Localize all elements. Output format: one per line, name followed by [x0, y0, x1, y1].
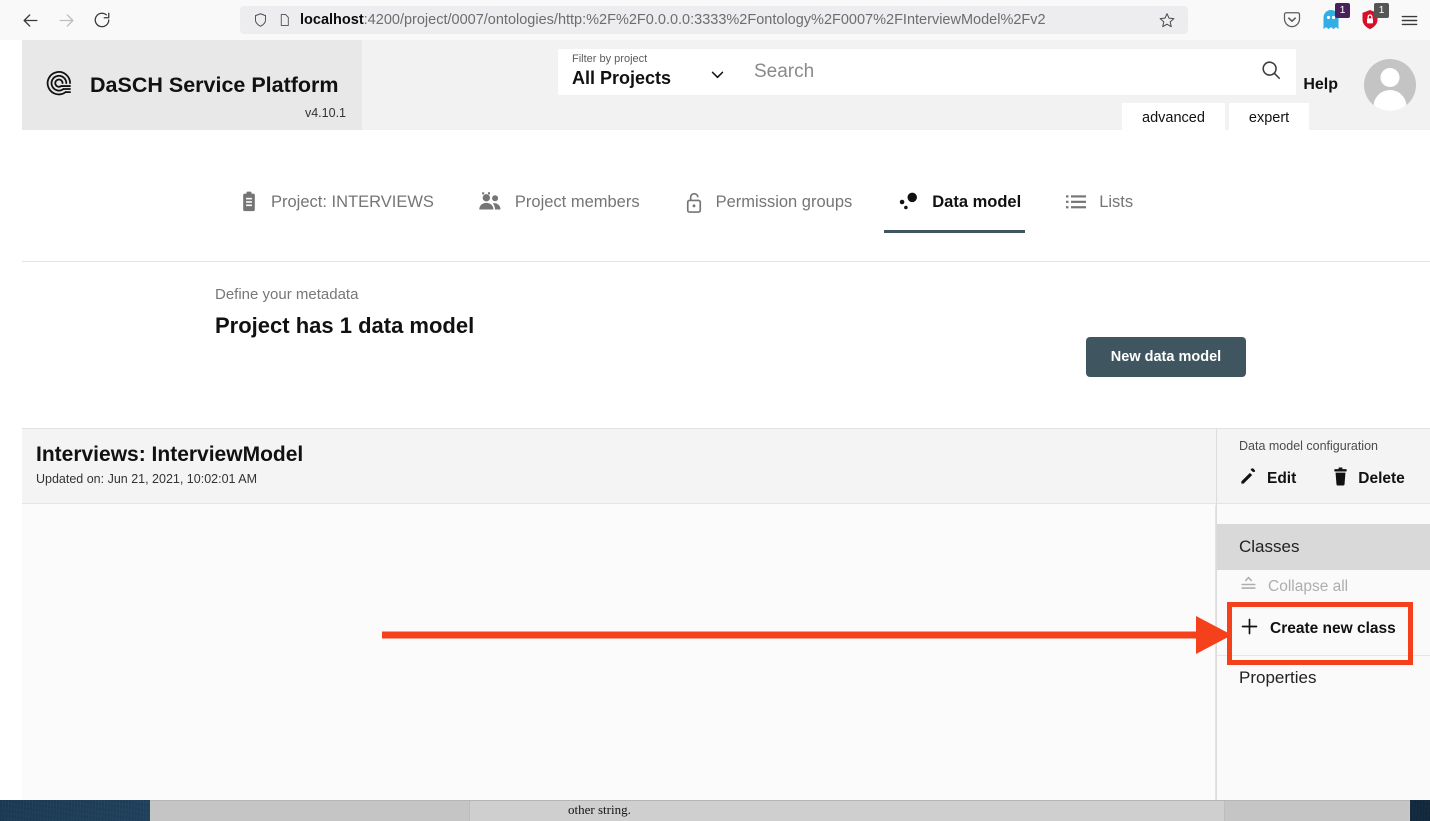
star-icon[interactable] [1154, 12, 1180, 28]
tab-permission-groups[interactable]: Permission groups [672, 172, 885, 232]
url-text: localhost:4200/project/0007/ontologies/h… [300, 12, 1154, 28]
url-path: :4200/project/0007/ontologies/http:%2F%2… [363, 12, 1046, 28]
project-filter-label: Filter by project [572, 53, 648, 65]
project-tabs: Project: INTERVIEWS Project members Perm… [227, 172, 1165, 233]
tab-label: Lists [1099, 192, 1134, 211]
data-model-updated: Updated on: Jun 21, 2021, 10:02:01 AM [36, 472, 258, 486]
page-content: DaSCH Service Platform v4.10.1 Filter by… [0, 40, 1430, 800]
tab-label: Permission groups [715, 192, 853, 211]
config-actions: Edit Delete [1239, 467, 1430, 491]
brand-title: DaSCH Service Platform [90, 72, 339, 97]
version-label: v4.10.1 [304, 106, 346, 120]
list-icon [1065, 192, 1087, 212]
data-model-title: Interviews: InterviewModel [36, 443, 304, 466]
metadata-subtitle: Define your metadata [215, 286, 359, 303]
browser-window: localhost:4200/project/0007/ontologies/h… [0, 0, 1430, 800]
page-title: Project has 1 data model [215, 313, 475, 338]
project-tabbar: Project: INTERVIEWS Project members Perm… [22, 130, 1430, 262]
edit-label: Edit [1267, 470, 1297, 487]
pocket-save-icon[interactable] [1279, 7, 1305, 33]
tab-label: Data model [932, 192, 1022, 211]
search-input[interactable] [754, 61, 1252, 83]
metadata-heading: Define your metadata Project has 1 data … [215, 286, 474, 339]
unlock-icon [684, 191, 704, 214]
data-model-icon [896, 191, 920, 213]
page-icon [272, 12, 296, 28]
people-icon [478, 191, 503, 213]
clipboard-icon [239, 191, 259, 213]
ghostery-icon[interactable]: 1 [1318, 3, 1350, 33]
trash-icon [1332, 467, 1349, 491]
collapse-all-icon [1239, 575, 1258, 599]
tab-project-interviews[interactable]: Project: INTERVIEWS [227, 172, 466, 232]
chevron-down-icon[interactable] [709, 66, 726, 88]
config-header-label: Data model configuration [1239, 439, 1378, 453]
tab-project-members[interactable]: Project members [466, 172, 672, 232]
classes-title: Classes [1239, 537, 1300, 556]
project-filter-value: All Projects [572, 67, 672, 88]
browser-toolbar: localhost:4200/project/0007/ontologies/h… [0, 0, 1430, 40]
config-header: Data model configuration Edit Delete [1217, 429, 1430, 504]
annotation-highlight-box [1227, 602, 1413, 665]
background-window-column [150, 801, 470, 821]
back-arrow-icon[interactable] [14, 4, 46, 36]
edit-button[interactable]: Edit [1239, 467, 1296, 491]
background-window-column: other string. [470, 801, 1225, 821]
advanced-search-button[interactable]: advanced [1122, 103, 1225, 133]
privacy-shield-badge: 1 [1374, 3, 1389, 18]
tab-label: Project: INTERVIEWS [271, 192, 434, 211]
expert-search-button[interactable]: expert [1228, 103, 1310, 133]
pencil-icon [1239, 467, 1258, 491]
ghostery-badge: 1 [1335, 3, 1350, 18]
collapse-all-button[interactable]: Collapse all [1217, 570, 1430, 603]
tab-lists[interactable]: Lists [1053, 172, 1165, 232]
search-icon[interactable] [1260, 59, 1282, 86]
reload-icon[interactable] [86, 4, 118, 36]
browser-nav-buttons [14, 4, 118, 36]
app-header: DaSCH Service Platform v4.10.1 Filter by… [22, 40, 1430, 133]
project-filter-dropdown[interactable]: Filter by project All Projects [558, 49, 738, 95]
forward-arrow-icon[interactable] [50, 4, 82, 36]
tab-label: Project members [514, 192, 640, 211]
url-host: localhost [300, 12, 364, 28]
data-model-canvas [22, 505, 1216, 800]
search-mode-buttons: advanced expert [1122, 103, 1310, 133]
properties-title: Properties [1239, 668, 1317, 687]
browser-extensions-area: 1 1 [1279, 0, 1422, 40]
user-avatar-icon[interactable] [1364, 59, 1416, 111]
collapse-all-label: Collapse all [1268, 577, 1349, 595]
search-field[interactable] [738, 49, 1296, 95]
delete-button[interactable]: Delete [1332, 467, 1405, 491]
shield-icon [248, 12, 272, 28]
classes-section-header: Classes [1217, 524, 1430, 570]
search-bar: Filter by project All Projects [558, 49, 1296, 95]
address-bar[interactable]: localhost:4200/project/0007/ontologies/h… [240, 6, 1188, 34]
data-model-card: Interviews: InterviewModel Updated on: J… [22, 428, 1430, 800]
search-zone: Filter by project All Projects a [362, 40, 1310, 133]
background-window: other string. [150, 800, 1410, 821]
background-window-column [1225, 801, 1409, 821]
dasch-spiral-logo [42, 66, 76, 105]
hamburger-menu-icon[interactable] [1396, 7, 1422, 33]
delete-label: Delete [1358, 470, 1405, 487]
brand-area[interactable]: DaSCH Service Platform v4.10.1 [22, 40, 362, 130]
help-link[interactable]: Help [1303, 76, 1338, 94]
tab-data-model[interactable]: Data model [884, 172, 1053, 233]
new-data-model-button[interactable]: New data model [1086, 337, 1246, 377]
privacy-shield-icon[interactable]: 1 [1357, 3, 1389, 33]
background-window-text: other string. [568, 802, 631, 817]
data-model-header: Interviews: InterviewModel Updated on: J… [22, 429, 1216, 504]
